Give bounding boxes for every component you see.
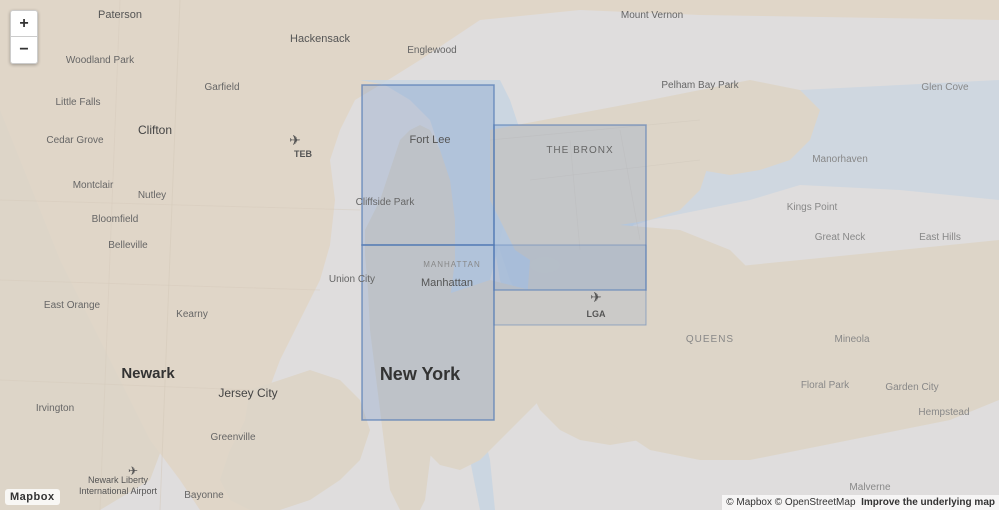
svg-text:New York: New York (380, 364, 461, 384)
svg-text:Garden City: Garden City (885, 382, 938, 393)
svg-text:Cedar Grove: Cedar Grove (46, 135, 104, 146)
svg-text:Kings Point: Kings Point (787, 202, 838, 213)
svg-text:Mount Vernon: Mount Vernon (621, 10, 683, 21)
svg-text:Greenville: Greenville (210, 432, 255, 443)
zoom-out-button[interactable]: − (11, 37, 37, 63)
mapbox-logo: Mapbox (5, 489, 60, 505)
svg-text:Fort Lee: Fort Lee (410, 134, 451, 146)
svg-text:Hackensack: Hackensack (290, 33, 350, 45)
zoom-in-button[interactable]: + (11, 11, 37, 37)
svg-text:Montclair: Montclair (73, 180, 114, 191)
svg-text:International Airport: International Airport (79, 486, 158, 496)
map-svg: ✈ TEB ✈ LGA ✈ Paterson Woodland Park Mou… (0, 0, 999, 510)
svg-text:Bayonne: Bayonne (184, 490, 224, 501)
svg-text:Manhattan: Manhattan (421, 277, 473, 289)
map-container: ✈ TEB ✈ LGA ✈ Paterson Woodland Park Mou… (0, 0, 999, 510)
svg-text:✈: ✈ (590, 289, 602, 305)
svg-text:Irvington: Irvington (36, 403, 74, 414)
svg-text:Pelham Bay Park: Pelham Bay Park (661, 80, 739, 91)
svg-text:Little Falls: Little Falls (55, 97, 100, 108)
svg-text:Woodland Park: Woodland Park (66, 55, 135, 66)
attribution-text: © Mapbox © OpenStreetMap (726, 497, 855, 508)
svg-text:Hempstead: Hempstead (918, 407, 969, 418)
svg-text:Glen Cove: Glen Cove (921, 82, 969, 93)
svg-text:East Orange: East Orange (44, 300, 101, 311)
svg-text:LGA: LGA (587, 309, 606, 319)
svg-text:MANHATTAN: MANHATTAN (423, 260, 481, 269)
svg-text:TEB: TEB (294, 149, 313, 159)
zoom-controls: + − (10, 10, 38, 64)
svg-text:East Hills: East Hills (919, 232, 961, 243)
svg-text:✈: ✈ (289, 132, 301, 148)
svg-text:Kearny: Kearny (176, 309, 208, 320)
svg-text:Bloomfield: Bloomfield (92, 214, 139, 225)
svg-text:Jersey City: Jersey City (218, 386, 277, 400)
svg-text:Paterson: Paterson (98, 9, 142, 21)
improve-map-link[interactable]: Improve the underlying map (861, 497, 995, 508)
svg-text:THE BRONX: THE BRONX (546, 145, 613, 156)
svg-text:Englewood: Englewood (407, 45, 456, 56)
svg-text:Cliffside Park: Cliffside Park (356, 197, 416, 208)
svg-text:Garfield: Garfield (204, 82, 239, 93)
svg-text:Manorhaven: Manorhaven (812, 154, 868, 165)
svg-text:Belleville: Belleville (108, 240, 148, 251)
svg-text:Newark: Newark (121, 365, 175, 382)
svg-text:Nutley: Nutley (138, 190, 166, 201)
svg-text:Newark Liberty: Newark Liberty (88, 475, 149, 485)
svg-text:QUEENS: QUEENS (686, 334, 734, 345)
svg-text:Mineola: Mineola (834, 334, 869, 345)
map-attribution: © Mapbox © OpenStreetMap Improve the und… (722, 495, 999, 510)
svg-text:Great Neck: Great Neck (815, 232, 867, 243)
svg-text:Union City: Union City (329, 274, 375, 285)
svg-text:Clifton: Clifton (138, 123, 172, 137)
svg-text:Malverne: Malverne (849, 482, 891, 493)
svg-text:Floral Park: Floral Park (801, 380, 850, 391)
